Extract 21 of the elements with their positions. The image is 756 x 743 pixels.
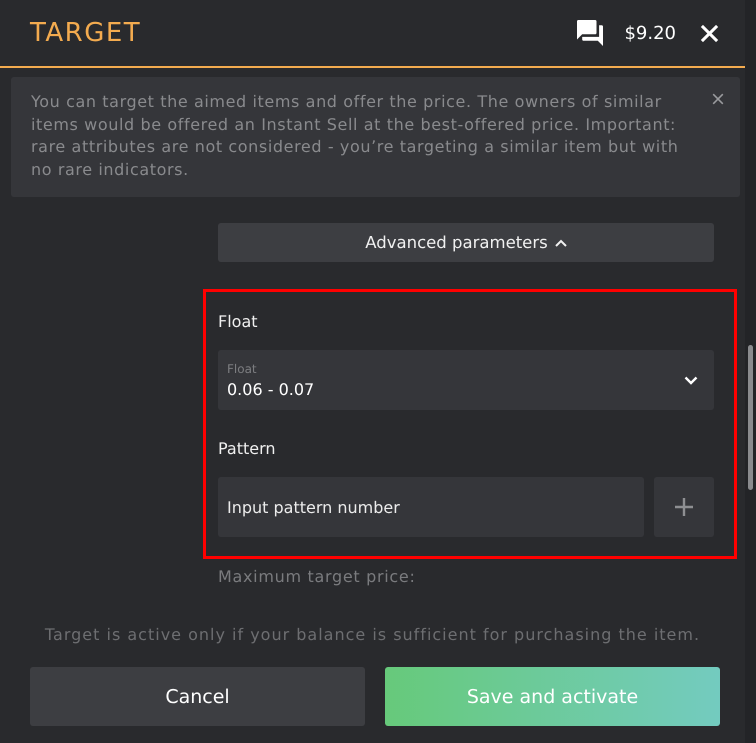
pattern-input[interactable]: Input pattern number bbox=[218, 477, 644, 537]
plus-icon bbox=[675, 498, 693, 516]
field-label: Float bbox=[218, 312, 259, 332]
footnote-text: Target is active only if your balance is sufficient for purchasing the item. bbox=[44, 625, 702, 645]
chat-icon[interactable] bbox=[576, 20, 604, 46]
float-select[interactable]: Float 0.06 - 0.07 bbox=[218, 350, 714, 410]
modal-title: TARGET bbox=[30, 18, 142, 48]
select-value: 0.06 - 0.07 bbox=[227, 380, 316, 400]
cancel-button[interactable]: Cancel bbox=[30, 667, 365, 726]
scrollbar-thumb[interactable] bbox=[748, 345, 753, 490]
chevron-down-icon bbox=[684, 376, 698, 384]
close-icon bbox=[700, 24, 719, 42]
max-price-label: Maximum target price: bbox=[218, 567, 417, 587]
scrollbar-track[interactable] bbox=[745, 0, 756, 743]
field-label: Pattern bbox=[218, 439, 277, 459]
advanced-parameters-toggle[interactable]: Advanced parameters bbox=[218, 223, 714, 262]
close-icon bbox=[712, 93, 724, 105]
floating-label: Float bbox=[227, 362, 258, 377]
balance-amount: $9.20 bbox=[624, 22, 676, 44]
notice-text: You can target the aimed items and offer the price. The owners of similar items would be offered an Instant Sell at the best-offered price. Important: rare attributes are not considered - you’re targeting a similar item but with no rare indicators. bbox=[31, 91, 680, 180]
dismiss-button[interactable] bbox=[710, 91, 726, 107]
